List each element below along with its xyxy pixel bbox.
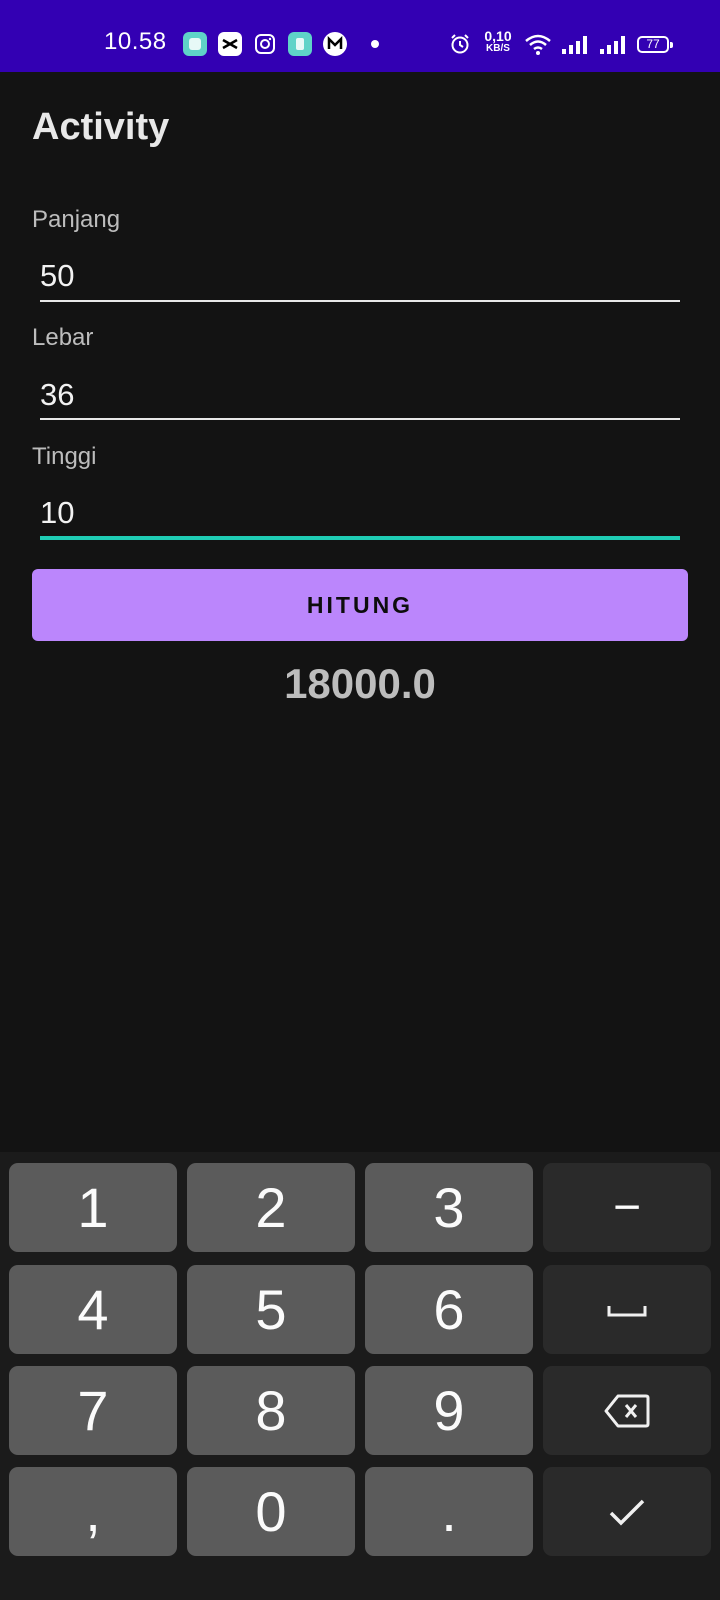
input-lebar[interactable]: 36 bbox=[40, 377, 74, 413]
key-period[interactable]: . bbox=[365, 1467, 533, 1556]
mobile-legends-icon bbox=[323, 32, 347, 56]
key-6[interactable]: 6 bbox=[365, 1265, 533, 1354]
key-7[interactable]: 7 bbox=[9, 1366, 177, 1455]
key-5[interactable]: 5 bbox=[187, 1265, 355, 1354]
network-speed: 0,10 KB/S bbox=[481, 29, 515, 54]
notification-dot bbox=[371, 40, 379, 48]
app-title: Activity bbox=[32, 106, 170, 148]
key-comma[interactable]: , bbox=[9, 1467, 177, 1556]
instagram-icon bbox=[253, 32, 277, 56]
backspace-icon bbox=[604, 1394, 650, 1428]
space-icon bbox=[607, 1300, 647, 1320]
underline-lebar bbox=[40, 418, 680, 420]
signal-icon bbox=[598, 32, 626, 56]
network-speed-value: 0,10 bbox=[484, 28, 512, 44]
wifi-icon bbox=[524, 32, 552, 56]
hitung-button[interactable]: HITUNG bbox=[32, 569, 688, 641]
capcut-icon bbox=[218, 32, 242, 56]
result-text: 18000.0 bbox=[284, 660, 436, 707]
key-backspace[interactable] bbox=[543, 1366, 711, 1455]
status-bar: 10.58 0,10 KB/S 77 bbox=[0, 0, 720, 72]
key-2[interactable]: 2 bbox=[187, 1163, 355, 1252]
input-tinggi[interactable]: 10 bbox=[40, 495, 74, 531]
status-time: 10.58 bbox=[104, 28, 167, 55]
battery-icon: 77 bbox=[637, 36, 673, 53]
underline-tinggi-focused bbox=[40, 536, 680, 540]
key-done[interactable] bbox=[543, 1467, 711, 1556]
signal-icon bbox=[560, 32, 588, 56]
key-0[interactable]: 0 bbox=[187, 1467, 355, 1556]
key-4[interactable]: 4 bbox=[9, 1265, 177, 1354]
label-panjang: Panjang bbox=[32, 206, 121, 233]
input-panjang[interactable]: 50 bbox=[40, 258, 74, 294]
label-tinggi: Tinggi bbox=[32, 443, 97, 470]
label-lebar: Lebar bbox=[32, 324, 94, 351]
key-1[interactable]: 1 bbox=[9, 1163, 177, 1252]
key-3[interactable]: 3 bbox=[365, 1163, 533, 1252]
underline-panjang bbox=[40, 300, 680, 302]
checkmark-icon bbox=[608, 1497, 646, 1527]
key-8[interactable]: 8 bbox=[187, 1366, 355, 1455]
alarm-icon bbox=[448, 32, 472, 56]
app-icon bbox=[288, 32, 312, 56]
network-speed-unit: KB/S bbox=[486, 43, 510, 54]
key-space[interactable] bbox=[543, 1265, 711, 1354]
numeric-keyboard: 1 2 3 − 4 5 6 7 8 9 , 0 . bbox=[0, 1152, 720, 1600]
key-9[interactable]: 9 bbox=[365, 1366, 533, 1455]
key-minus[interactable]: − bbox=[543, 1163, 711, 1252]
gallery-app-icon bbox=[183, 32, 207, 56]
